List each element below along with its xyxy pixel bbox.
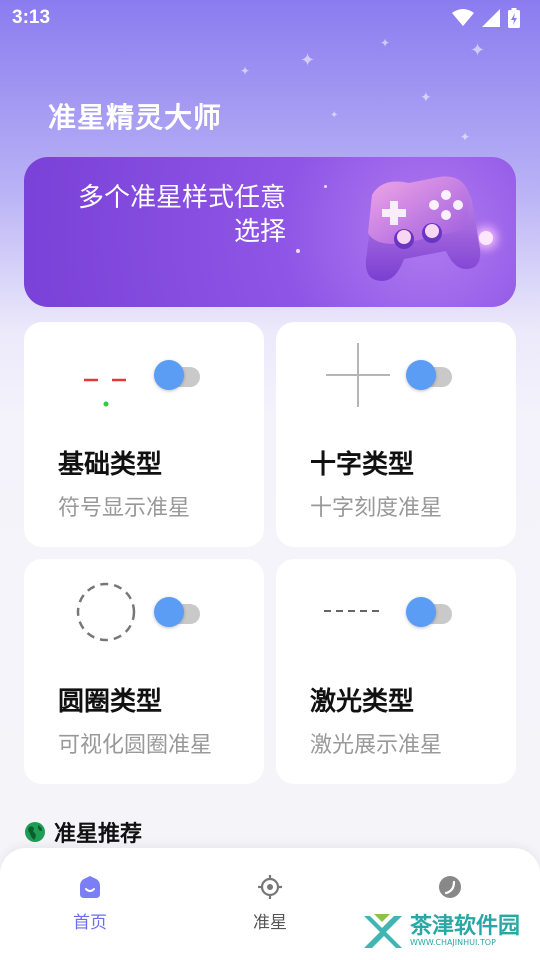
toggle-thumb [406, 360, 436, 390]
crosshair-card-cross[interactable]: 十字类型 十字刻度准星 [276, 322, 516, 547]
crosshair-card-laser[interactable]: 激光类型 激光展示准星 [276, 559, 516, 784]
gamepad-icon [365, 176, 481, 281]
watermark-subtitle: WWW.CHAJINHUI.TOP [410, 938, 496, 947]
nav-label: 首页 [73, 913, 107, 933]
background-star-icon: ✦ [240, 64, 251, 78]
toggle-thumb [154, 360, 184, 390]
nav-item-home[interactable]: 首页 [30, 874, 150, 933]
card-subtitle: 可视化圆圈准星 [58, 733, 213, 758]
banner-star-icon [296, 249, 300, 253]
card-title: 激光类型 [310, 687, 415, 717]
home-icon [80, 876, 100, 898]
dash-dot-crosshair-icon [84, 378, 126, 407]
watermark: 茶津软件园 WWW.CHAJINHUI.TOP [360, 908, 535, 956]
app-title: 准星精灵大师 [48, 101, 223, 134]
card-title: 十字类型 [310, 450, 415, 480]
circle-toggle[interactable] [154, 597, 202, 627]
basic-toggle[interactable] [154, 360, 202, 390]
globe-icon [25, 822, 45, 842]
banner-star-icon [324, 185, 327, 188]
background-star-icon: ✦ [460, 130, 471, 144]
crosshair-card-basic[interactable]: 基础类型 符号显示准星 [24, 322, 264, 547]
nav-label: 准星 [253, 913, 287, 933]
battery-charging-icon [508, 8, 520, 28]
background-star-icon: ✦ [380, 36, 391, 50]
card-subtitle: 激光展示准星 [310, 733, 443, 758]
background-star-icon: ✦ [330, 110, 339, 121]
dashed-line-crosshair-icon [324, 610, 384, 612]
card-subtitle: 十字刻度准星 [310, 496, 443, 521]
status-time: 3:13 [12, 7, 51, 28]
toggle-thumb [154, 597, 184, 627]
moon-icon [439, 876, 461, 898]
card-title: 圆圈类型 [58, 687, 163, 717]
card-subtitle: 符号显示准星 [58, 496, 191, 521]
cellular-signal-icon [482, 9, 500, 27]
section-title: 准星推荐 [54, 822, 143, 847]
dashed-circle-crosshair-icon [76, 582, 136, 642]
background-star-icon: ✦ [300, 50, 316, 71]
crosshair-icon [258, 875, 282, 899]
background-star-icon: ✦ [420, 90, 432, 106]
wifi-icon [452, 9, 474, 26]
banner-text: 多个准星样式任意选择 [77, 183, 286, 247]
status-bar: 3:13 [0, 0, 540, 36]
promo-banner[interactable]: 多个准星样式任意选择 [24, 157, 516, 307]
watermark-title: 茶津软件园 [410, 914, 521, 939]
crosshair-card-circle[interactable]: 圆圈类型 可视化圆圈准星 [24, 559, 264, 784]
nav-item-crosshair[interactable]: 准星 [210, 874, 330, 933]
status-icons [452, 8, 520, 28]
nav-item-more[interactable] [390, 874, 510, 908]
watermark-logo-icon [364, 914, 402, 948]
background-star-icon: ✦ [470, 40, 486, 61]
recommend-section-header: 准星推荐 [24, 816, 142, 848]
toggle-thumb [406, 597, 436, 627]
laser-toggle[interactable] [406, 597, 454, 627]
cross-crosshair-icon [326, 343, 390, 407]
card-title: 基础类型 [58, 450, 163, 480]
watermark-text: 茶津软件园 WWW.CHAJINHUI.TOP [410, 916, 520, 948]
cross-toggle[interactable] [406, 360, 454, 390]
